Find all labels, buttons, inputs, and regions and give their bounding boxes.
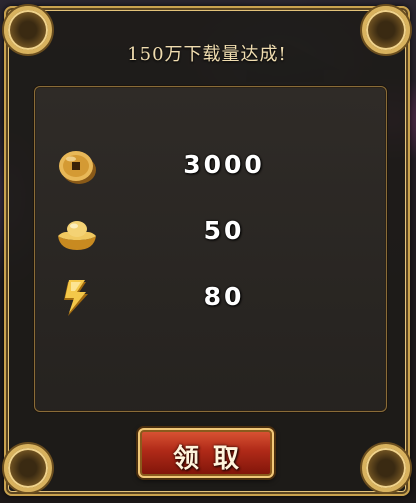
game-screen: 150万下载量达成! 3000 50 80 领取: [0, 0, 416, 503]
reward-dialog: 150万下载量达成! 3000 50 80: [4, 6, 410, 496]
gold-ingot-icon: [58, 221, 96, 250]
copper-coin-icon: [59, 151, 96, 184]
claim-button-label: 领取: [172, 444, 253, 474]
frame-corner-ornament: [362, 444, 410, 492]
reward-value-coins: 3000: [183, 150, 265, 179]
reward-row-energy: 80: [34, 276, 387, 326]
rewards-panel: 3000 50 80: [34, 86, 387, 412]
claim-button[interactable]: 领取: [138, 428, 274, 478]
dialog-title: 150万下载量达成!: [127, 44, 287, 65]
reward-value-ingots: 50: [203, 216, 245, 245]
reward-row-coins: 3000: [34, 144, 387, 194]
reward-value-energy: 80: [203, 282, 245, 311]
frame-corner-ornament: [4, 444, 52, 492]
lightning-energy-icon: [64, 280, 88, 316]
reward-row-ingots: 50: [34, 210, 387, 260]
